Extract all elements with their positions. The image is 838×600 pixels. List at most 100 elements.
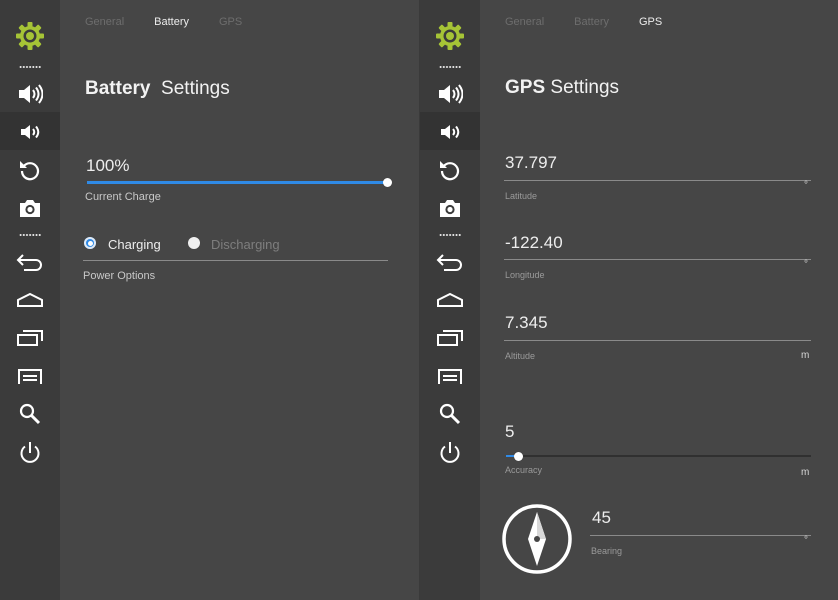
separator-dots [439,234,461,236]
gps-content: General Battery GPS GPS Settings 37.797 … [480,0,838,600]
recent-apps-button[interactable] [420,322,480,354]
menu-button[interactable] [0,360,60,392]
separator-dots [19,234,41,236]
volume-up-button[interactable] [420,78,480,110]
page-title-rest: Settings [161,78,230,99]
charge-slider-thumb[interactable] [382,178,392,187]
recent-apps-icon [436,329,464,347]
longitude-input[interactable]: -122.40 [505,233,568,253]
altitude-unit: m [801,350,810,361]
camera-icon [18,198,42,218]
power-icon [18,440,42,466]
tab-bar: General Battery GPS [85,16,272,28]
tab-general[interactable]: General [505,16,544,28]
back-button[interactable] [0,246,60,278]
volume-up-icon [17,83,43,105]
charge-value: 100% [86,156,130,175]
separator-dots [439,66,461,68]
tab-gps[interactable]: GPS [219,16,242,28]
altitude-input[interactable]: 7.345 [505,313,548,333]
compass-dial[interactable] [501,503,573,580]
latitude-input[interactable]: 37.797 [505,153,557,173]
charging-radio[interactable] [84,237,96,249]
page-title: GPS Settings [505,77,619,99]
latitude-label: Latitude [505,191,538,201]
rotate-button[interactable] [0,154,60,186]
tab-gps[interactable]: GPS [639,16,662,28]
page-title-bold: Battery [85,78,151,99]
latitude-unit: ° [804,180,808,191]
tab-battery[interactable]: Battery [154,16,189,28]
power-icon [438,440,462,466]
back-icon [436,253,464,271]
power-button[interactable] [0,436,60,470]
page-title: Battery Settings [85,78,230,100]
longitude-unit: ° [804,259,808,270]
accuracy-value: 5 [505,422,515,441]
menu-icon [17,367,43,385]
search-button[interactable] [0,398,60,430]
camera-button[interactable] [0,192,60,224]
gear-icon [14,20,46,52]
sidebar [420,0,480,600]
altitude-label: Altitude [505,351,536,361]
search-button[interactable] [420,398,480,430]
rotate-icon [438,158,462,182]
volume-up-icon [437,83,463,105]
bearing-label: Bearing [591,546,623,556]
volume-down-button[interactable] [0,116,60,148]
tab-general[interactable]: General [85,16,124,28]
gps-panel: General Battery GPS GPS Settings 37.797 … [419,0,838,600]
recent-apps-button[interactable] [0,322,60,354]
longitude-underline [504,259,811,260]
sidebar [0,0,60,600]
bearing-underline [590,535,811,536]
rotate-button[interactable] [420,154,480,186]
compass-icon [501,504,573,579]
volume-down-icon [439,123,461,141]
page-title-rest: Settings [550,77,620,98]
power-options-divider [83,260,388,261]
accuracy-slider-thumb[interactable] [513,452,523,461]
bearing-input[interactable]: 45 [592,508,611,528]
power-button[interactable] [420,436,480,470]
recent-apps-icon [16,329,44,347]
charging-label: Charging [108,237,161,252]
charge-label: Current Charge [85,191,161,203]
power-options-label: Power Options [83,270,156,282]
discharging-label: Discharging [211,237,280,252]
camera-button[interactable] [420,192,480,224]
longitude-label: Longitude [505,270,545,280]
page-title-bold: GPS [505,77,546,98]
menu-icon [437,367,463,385]
altitude-underline [504,340,811,341]
home-icon [436,292,464,308]
home-icon [16,292,44,308]
battery-content: General Battery GPS Battery Settings 100… [60,0,419,600]
volume-down-icon [19,123,41,141]
search-icon [18,402,42,426]
accuracy-unit: m [801,467,810,478]
settings-button[interactable] [0,18,60,54]
settings-button[interactable] [420,18,480,54]
back-icon [16,253,44,271]
tab-bar: General Battery GPS [505,16,692,28]
charge-slider-fill [87,181,387,184]
rotate-icon [18,158,42,182]
volume-up-button[interactable] [0,78,60,110]
bearing-unit: ° [804,535,808,546]
camera-icon [438,198,462,218]
accuracy-label: Accuracy [505,465,543,475]
latitude-underline [504,180,811,181]
separator-dots [19,66,41,68]
tab-battery[interactable]: Battery [574,16,609,28]
home-button[interactable] [0,284,60,316]
accuracy-slider-track[interactable] [506,455,811,457]
menu-button[interactable] [420,360,480,392]
discharging-radio[interactable] [188,237,200,249]
home-button[interactable] [420,284,480,316]
gear-icon [434,20,466,52]
volume-down-button[interactable] [420,116,480,148]
search-icon [438,402,462,426]
back-button[interactable] [420,246,480,278]
